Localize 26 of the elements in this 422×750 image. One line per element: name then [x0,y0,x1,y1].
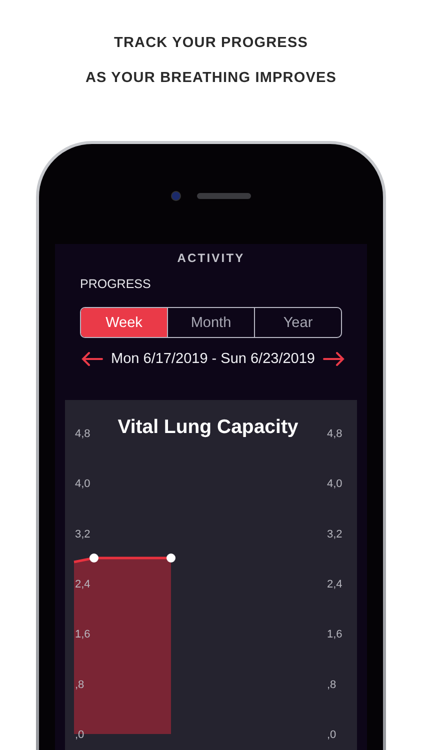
y-axis-label: 3,2 [327,528,342,540]
headline: TRACK YOUR PROGRESS [114,34,308,52]
y-axis-label: 4,8 [327,428,342,440]
y-axis-label: 4,0 [75,478,90,490]
y-axis-label: 2,4 [75,578,90,590]
camera-icon [171,191,181,201]
period-tab[interactable]: Week [81,308,167,337]
headline: AS YOUR BREATHING IMPROVES [85,69,337,87]
screen-title: ACTIVITY [176,251,246,265]
speaker-grille [197,193,251,199]
y-axis-label: ,8 [327,678,336,691]
y-axis-label: 2,4 [327,578,342,590]
date-range: Mon 6/17/2019 - Sun 6/23/2019 [111,351,315,367]
chart-title: Vital Lung Capacity [118,416,298,438]
right-arrow-icon[interactable] [323,352,345,366]
left-arrow-icon[interactable] [81,352,103,366]
y-axis-label: ,8 [75,678,84,691]
y-axis-label: 4,0 [327,478,342,490]
period-tab[interactable]: Month [167,308,254,337]
period-tab[interactable]: Year [254,308,341,337]
y-axis-label: 4,8 [75,428,90,440]
y-axis-label: 3,2 [75,528,90,540]
y-axis-label: ,0 [327,729,336,740]
section-label: PROGRESS [80,277,151,291]
y-axis-label: 1,6 [75,628,90,641]
y-axis-label: 1,6 [327,628,342,641]
